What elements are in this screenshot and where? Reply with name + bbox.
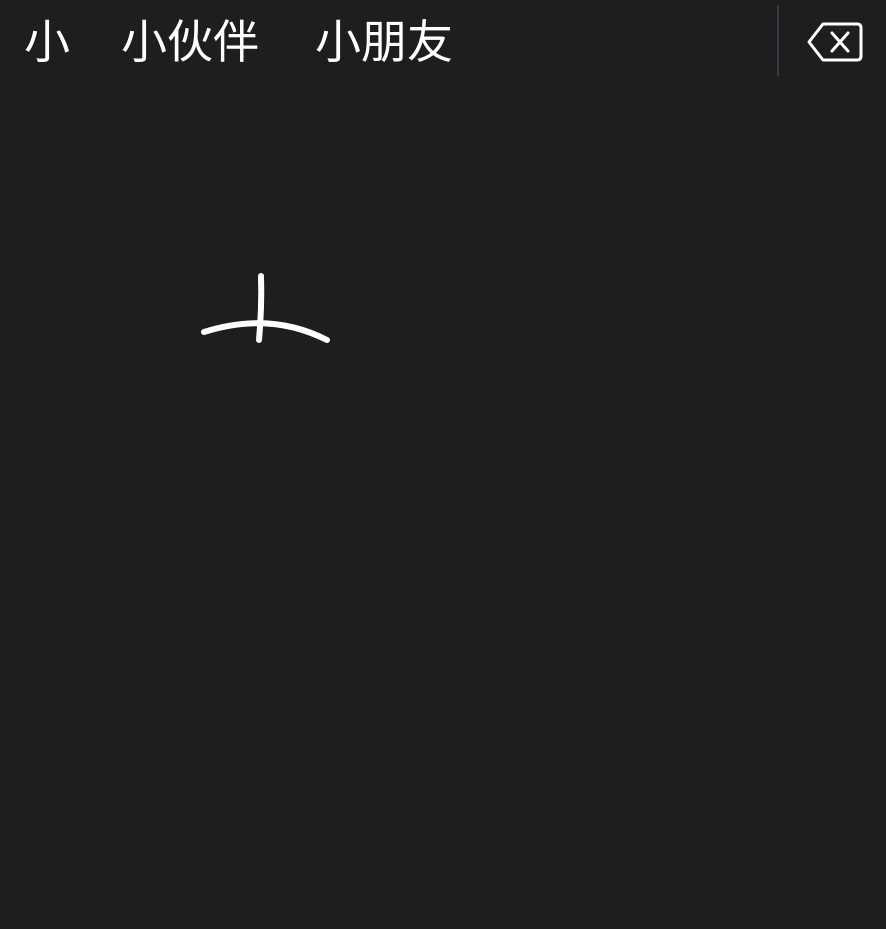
delete-backward-icon [807,22,863,62]
candidate-bar: 小 小伙伴 小朋友 [0,0,886,82]
backspace-button[interactable] [796,10,874,74]
handwriting-canvas[interactable] [0,82,886,929]
handwriting-strokes [201,273,330,343]
candidate-divider [777,5,779,76]
ink-stroke [201,320,330,343]
candidate-item[interactable]: 小朋友 [315,10,453,74]
candidate-item[interactable]: 小 [24,10,70,74]
handwriting-keyboard: 小 小伙伴 小朋友 [0,0,886,929]
ink-stroke [256,273,265,343]
candidate-item[interactable]: 小伙伴 [121,10,259,74]
